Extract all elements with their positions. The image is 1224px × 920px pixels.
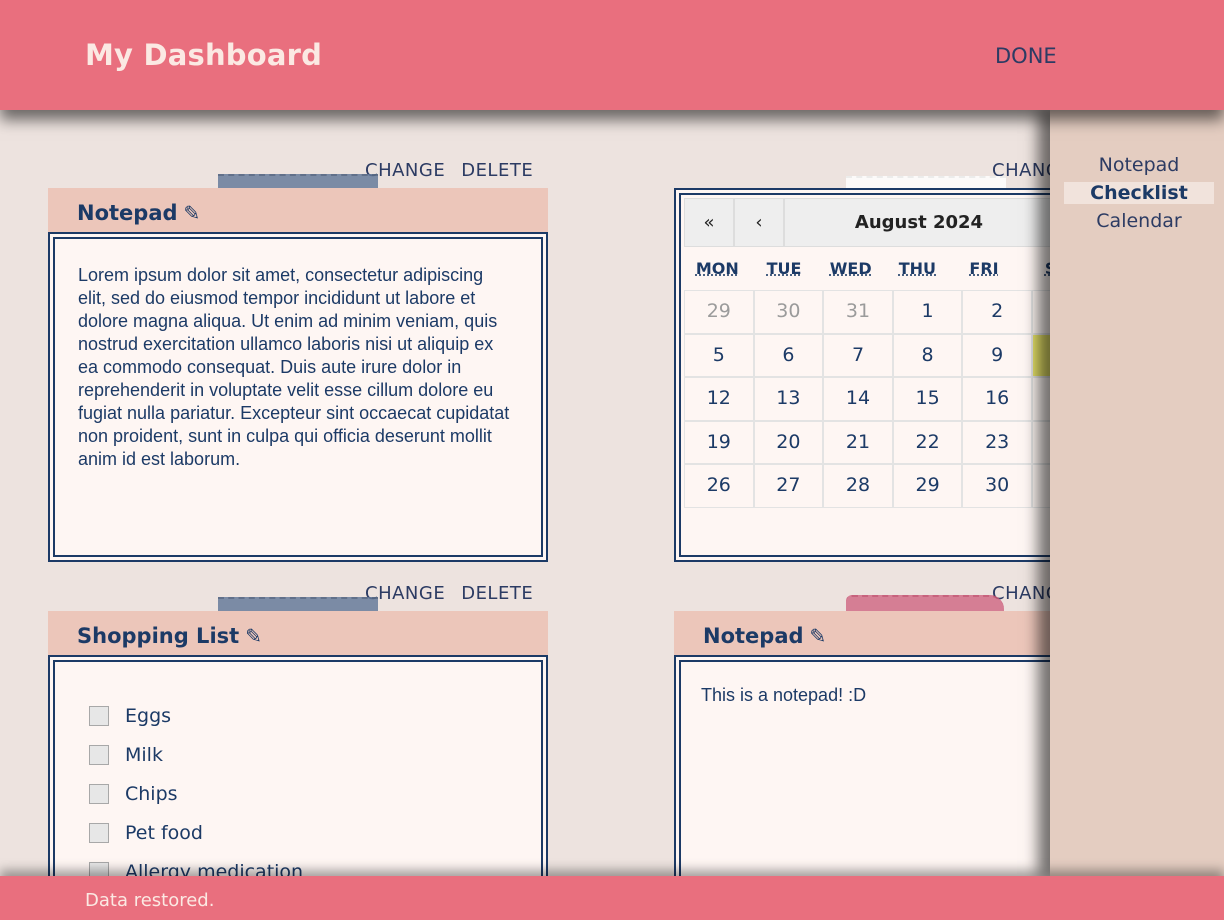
calendar-day[interactable]: 9 bbox=[962, 333, 1032, 377]
pencil-icon[interactable]: ✎ bbox=[245, 624, 262, 648]
calendar-week: 5 6 7 8 9 bbox=[684, 333, 1102, 377]
weekday-label: FRI bbox=[969, 259, 999, 278]
weekday-label: TUE bbox=[766, 259, 802, 278]
calendar-week: 29 30 31 1 2 bbox=[684, 290, 1102, 334]
calendar-day[interactable]: 20 bbox=[753, 420, 824, 464]
calendar-day[interactable]: 6 bbox=[753, 333, 824, 377]
checklist-item-label: Eggs bbox=[125, 704, 172, 727]
calendar-day[interactable]: 30 bbox=[753, 290, 824, 334]
checklist-widget: CHANGE DELETE Shopping List ✎ Eggs Milk Ch… bbox=[48, 583, 548, 876]
calendar-day[interactable]: 29 bbox=[892, 464, 963, 508]
done-button[interactable]: DONE bbox=[995, 44, 1057, 68]
app-header: My Dashboard DONE bbox=[0, 0, 1224, 110]
checkbox[interactable] bbox=[89, 822, 109, 843]
calendar-week: 19 20 21 22 23 bbox=[684, 420, 1102, 464]
sidebar-item-calendar[interactable]: Calendar bbox=[1064, 210, 1214, 232]
checklist-item-label: Allergy medication bbox=[125, 860, 304, 877]
widget-actions: CHANGE DELETE bbox=[365, 583, 549, 604]
weekday-label: THU bbox=[898, 259, 936, 278]
notepad-frame: Lorem ipsum dolor sit amet, consectetur … bbox=[53, 237, 543, 557]
checkbox[interactable] bbox=[89, 705, 109, 726]
checklist-item-label: Chips bbox=[125, 782, 178, 805]
calendar-week: 26 27 28 29 30 bbox=[684, 464, 1102, 508]
dashboard-area: CHANGE DELETE Notepad ✎ Lorem ipsum dolor … bbox=[0, 110, 1224, 876]
checkbox[interactable] bbox=[89, 783, 109, 804]
widget-title-bar: Notepad ✎ bbox=[48, 188, 548, 232]
calendar-day[interactable]: 14 bbox=[823, 377, 893, 421]
widget-actions: CHANGE DELETE bbox=[365, 160, 549, 181]
calendar-week: 12 13 14 15 16 bbox=[684, 377, 1102, 421]
weekday-label: WED bbox=[829, 259, 872, 278]
checklist-item[interactable]: Chips bbox=[89, 774, 303, 813]
calendar-day[interactable]: 13 bbox=[753, 377, 824, 421]
calendar-day[interactable]: 1 bbox=[892, 290, 963, 334]
widget-title-bar: Shopping List ✎ bbox=[48, 611, 548, 655]
status-message: Data restored. bbox=[85, 890, 215, 911]
calendar-day[interactable]: 5 bbox=[684, 333, 754, 377]
notepad-body: Lorem ipsum dolor sit amet, consectetur … bbox=[48, 232, 548, 562]
calendar-day[interactable]: 21 bbox=[823, 420, 893, 464]
checklist-item-label: Milk bbox=[125, 743, 163, 766]
calendar-day[interactable]: 27 bbox=[753, 464, 824, 508]
calendar-day[interactable]: 19 bbox=[684, 420, 754, 464]
calendar-day[interactable]: 28 bbox=[823, 464, 893, 508]
prev-month-button[interactable]: ‹ bbox=[734, 198, 784, 247]
widget-type-sidebar: Notepad Checklist Calendar bbox=[1050, 110, 1224, 876]
checklist-item[interactable]: Eggs bbox=[89, 696, 303, 735]
checklist: Eggs Milk Chips Pet food Allergy medicat… bbox=[89, 696, 303, 876]
widget-title: Notepad bbox=[77, 201, 178, 225]
notepad-widget: CHANGE DELETE Notepad ✎ Lorem ipsum dolor … bbox=[48, 160, 548, 565]
calendar-grid: 29 30 31 1 2 5 6 7 8 9 12 13 14 15 16 19… bbox=[684, 290, 1102, 508]
calendar-day[interactable]: 2 bbox=[962, 290, 1032, 334]
calendar-day[interactable]: 15 bbox=[892, 377, 963, 421]
calendar-day[interactable]: 7 bbox=[823, 333, 893, 377]
status-bar: Data restored. bbox=[0, 876, 1224, 920]
calendar-day[interactable]: 22 bbox=[892, 420, 963, 464]
calendar-day[interactable]: 26 bbox=[684, 464, 754, 508]
delete-button[interactable]: DELETE bbox=[461, 160, 533, 181]
checkbox[interactable] bbox=[89, 744, 109, 765]
notepad-text[interactable]: Lorem ipsum dolor sit amet, consectetur … bbox=[55, 239, 541, 471]
delete-button[interactable]: DELETE bbox=[461, 583, 533, 604]
first-month-button[interactable]: « bbox=[684, 198, 734, 247]
checklist-item[interactable]: Allergy medication bbox=[89, 852, 303, 876]
checklist-item[interactable]: Pet food bbox=[89, 813, 303, 852]
calendar-day[interactable]: 29 bbox=[684, 290, 754, 334]
calendar-day[interactable]: 30 bbox=[962, 464, 1032, 508]
sidebar-item-checklist[interactable]: Checklist bbox=[1064, 182, 1214, 204]
month-label[interactable]: August 2024 bbox=[784, 198, 1054, 247]
checklist-item[interactable]: Milk bbox=[89, 735, 303, 774]
pencil-icon[interactable]: ✎ bbox=[184, 201, 201, 225]
weekday-header: MON TUE WED THU FRI S bbox=[684, 259, 1084, 278]
pencil-icon[interactable]: ✎ bbox=[810, 624, 827, 648]
calendar-day[interactable]: 31 bbox=[823, 290, 893, 334]
checkbox[interactable] bbox=[89, 861, 109, 876]
widget-title: Notepad bbox=[703, 624, 804, 648]
calendar-day[interactable]: 8 bbox=[892, 333, 963, 377]
calendar-header: « ‹ August 2024 bbox=[684, 198, 1054, 247]
checklist-body: Eggs Milk Chips Pet food Allergy medicat… bbox=[48, 655, 548, 876]
weekday-label: MON bbox=[695, 259, 739, 278]
widget-title: Shopping List bbox=[77, 624, 240, 648]
calendar-day[interactable]: 23 bbox=[962, 420, 1032, 464]
calendar-day[interactable]: 12 bbox=[684, 377, 754, 421]
sidebar-item-notepad[interactable]: Notepad bbox=[1064, 154, 1214, 176]
checklist-item-label: Pet food bbox=[125, 821, 203, 844]
calendar-day[interactable]: 16 bbox=[962, 377, 1032, 421]
checklist-frame: Eggs Milk Chips Pet food Allergy medicat… bbox=[53, 660, 543, 876]
page-title: My Dashboard bbox=[85, 38, 323, 72]
